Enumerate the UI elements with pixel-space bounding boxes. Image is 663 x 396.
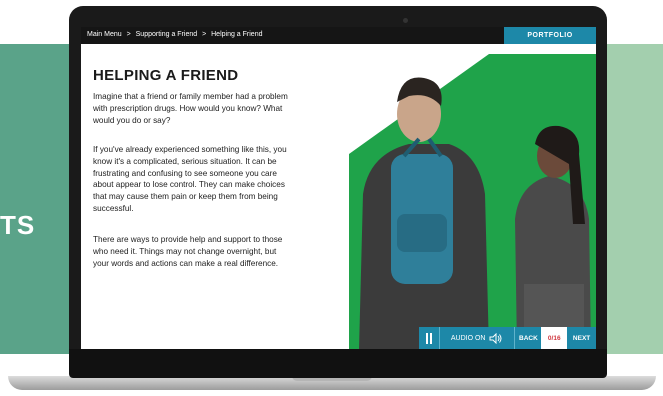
player-controls: AUDIO ON BACK 0/16 NEXT <box>419 327 596 349</box>
illustration-students <box>349 54 596 349</box>
breadcrumb-main-menu[interactable]: Main Menu <box>87 31 122 38</box>
audio-toggle[interactable]: AUDIO ON <box>438 327 515 349</box>
portfolio-button[interactable]: PORTFOLIO <box>504 27 596 44</box>
top-bar: Main Menu > Supporting a Friend > Helpin… <box>81 27 596 44</box>
back-button[interactable]: BACK <box>514 327 542 349</box>
breadcrumb-supporting-a-friend[interactable]: Supporting a Friend <box>136 31 197 38</box>
page-counter: 0/16 <box>541 327 568 349</box>
breadcrumb-current: Helping a Friend <box>211 31 263 38</box>
laptop-bezel-bottom <box>69 349 607 378</box>
next-button[interactable]: NEXT <box>567 327 596 349</box>
pause-button[interactable] <box>419 327 439 349</box>
paragraph: Imagine that a friend or family member h… <box>93 92 288 125</box>
camera-dot <box>403 18 408 23</box>
course-screen: Main Menu > Supporting a Friend > Helpin… <box>81 27 596 349</box>
paragraph: There are ways to provide help and suppo… <box>93 235 283 268</box>
breadcrumb-separator: > <box>202 31 207 38</box>
backpack-pocket <box>397 214 447 252</box>
audio-label: AUDIO ON <box>450 335 486 342</box>
breadcrumb-separator: > <box>126 31 131 38</box>
page-title: HELPING A FRIEND <box>93 67 239 84</box>
paragraph: If you've already experienced something … <box>93 145 287 213</box>
breadcrumb: Main Menu > Supporting a Friend > Helpin… <box>87 31 266 38</box>
background-text: TS <box>0 210 36 240</box>
speaker-icon <box>489 333 502 344</box>
